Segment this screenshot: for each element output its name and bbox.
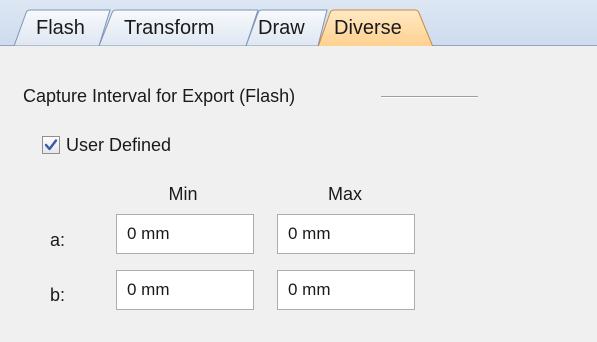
group-divider <box>381 96 478 98</box>
tab-diverse[interactable]: Diverse <box>334 16 402 40</box>
tab-flash[interactable]: Flash <box>36 16 85 40</box>
b-min-input[interactable]: 0 mm <box>116 270 254 310</box>
b-max-input[interactable]: 0 mm <box>277 270 415 310</box>
diverse-panel: Capture Interval for Export (Flash) User… <box>0 46 597 342</box>
tab-strip: Flash Transform Draw Diverse <box>0 0 597 46</box>
tab-transform[interactable]: Transform <box>124 16 214 40</box>
a-min-input[interactable]: 0 mm <box>116 214 254 254</box>
user-defined-checkbox[interactable] <box>42 136 60 154</box>
a-max-input[interactable]: 0 mm <box>277 214 415 254</box>
tab-draw[interactable]: Draw <box>258 16 305 40</box>
user-defined-label[interactable]: User Defined <box>66 134 171 156</box>
column-header-min: Min <box>168 184 198 204</box>
column-header-max: Max <box>327 184 362 204</box>
group-title: Capture Interval for Export (Flash) <box>23 86 296 106</box>
check-icon <box>44 139 58 151</box>
row-label-a: a: <box>50 230 66 250</box>
row-label-b: b: <box>50 285 66 305</box>
